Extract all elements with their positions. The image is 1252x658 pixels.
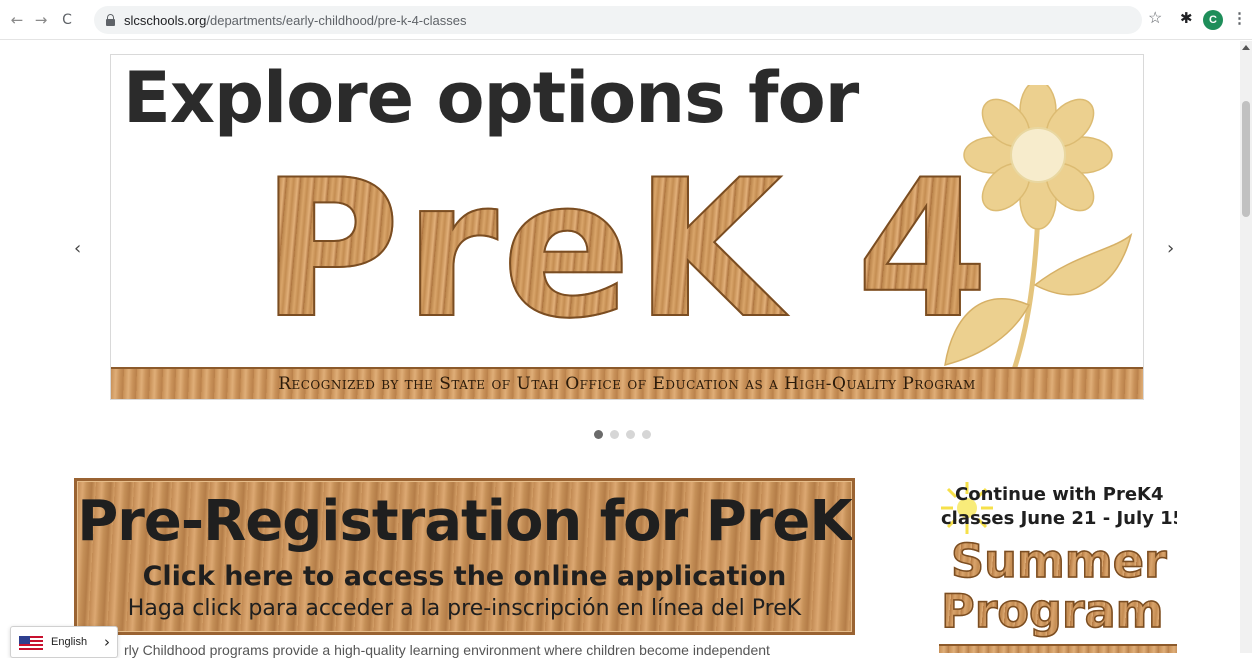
slide-banner: Recognized by the State of Utah Office o… [111,367,1143,399]
hero-carousel[interactable]: Explore options for PreK 4 Recognized by… [110,54,1144,400]
url-domain: slcschools.org [124,13,207,28]
preregistration-spanish-line: Haga click para acceder a la pre-inscrip… [127,596,802,621]
chevron-right-icon: › [104,633,110,651]
scroll-up-icon[interactable] [1242,45,1250,50]
reload-icon[interactable]: C [56,9,78,31]
program-word: Program [940,583,1164,639]
arrow-left-icon[interactable]: ← [6,9,28,31]
more-vert-icon[interactable]: ⋮ [1232,11,1247,27]
language-selector[interactable]: English › [10,626,118,658]
page-scrollbar[interactable] [1240,41,1252,653]
intro-paragraph: rly Childhood programs provide a high-qu… [124,642,770,658]
star-icon[interactable]: ☆ [1148,11,1162,27]
address-bar[interactable]: slcschools.org/departments/early-childho… [94,6,1142,34]
us-flag-icon [19,636,43,650]
puzzle-icon[interactable]: ✱ [1180,11,1193,27]
url-text[interactable]: slcschools.org/departments/early-childho… [124,13,467,28]
arrow-right-icon[interactable]: → [30,9,52,31]
slide-banner-text: Recognized by the State of Utah Office o… [278,374,976,394]
carousel-dot-3[interactable] [626,430,635,439]
browser-toolbar: ← → C slcschools.org/departments/early-c… [0,0,1252,40]
summer-word: Summer [950,533,1167,589]
summer-program-link[interactable]: Continue with PreK4 classes June 21 - Ju… [937,478,1177,653]
scroll-thumb[interactable] [1242,101,1250,217]
preregistration-title: Pre-Registration for PreK [77,489,852,554]
slide-big-text: PreK 4 [260,139,993,360]
carousel-dot-1[interactable] [594,430,603,439]
carousel-next-button[interactable]: › [1167,238,1174,259]
language-label: English [51,636,88,648]
summer-wood-strip [939,644,1177,653]
slide-title: Explore options for [123,57,859,139]
summer-subtitle-line1: Continue with PreK4 [955,484,1164,505]
url-path: /departments/early-childhood/pre-k-4-cla… [206,13,467,28]
carousel-indicators [594,430,651,439]
flower-icon [944,85,1133,374]
preregistration-banner-link[interactable]: Pre-Registration for PreK Click here to … [74,478,855,635]
carousel-dot-2[interactable] [610,430,619,439]
summer-subtitle-line2: classes June 21 - July 15 [941,508,1177,529]
avatar[interactable]: C [1203,10,1223,30]
preregistration-english-line: Click here to access the online applicat… [142,561,787,592]
carousel-prev-button[interactable]: ‹ [74,238,81,259]
carousel-dot-4[interactable] [642,430,651,439]
lock-icon[interactable] [106,14,115,26]
